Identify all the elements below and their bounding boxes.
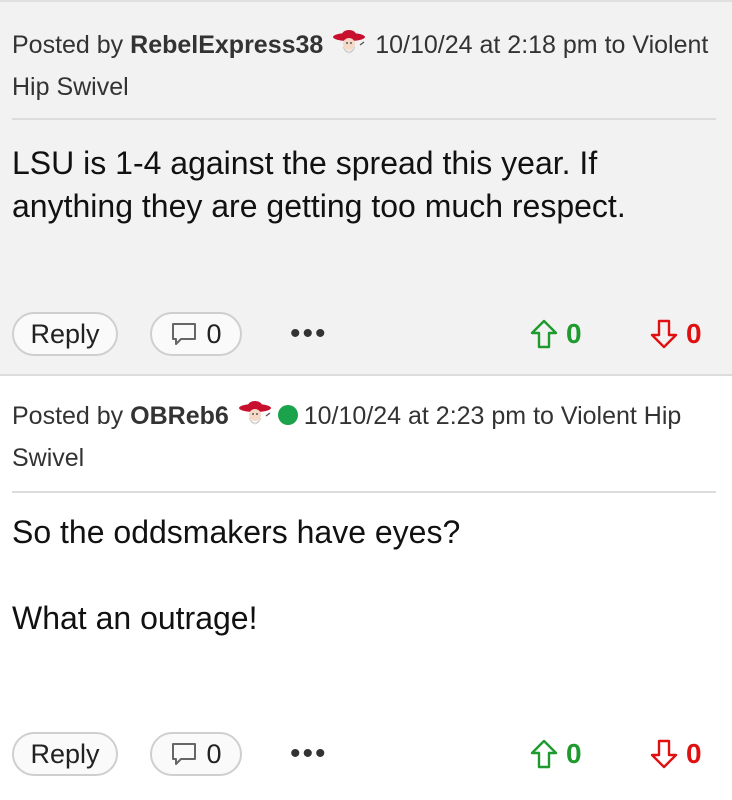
post-actions: Reply 0 ••• 0 0: [0, 312, 732, 360]
comment-count: 0: [206, 318, 222, 349]
upvote-count: 0: [566, 318, 582, 349]
arrow-down-icon: [650, 739, 678, 769]
online-status-icon: [277, 405, 298, 425]
arrow-down-icon: [650, 319, 678, 349]
comment-count: 0: [206, 738, 222, 769]
downvote-count: 0: [686, 318, 702, 349]
username-link[interactable]: RebelExpress38: [130, 31, 323, 59]
arrow-up-icon: [530, 739, 558, 769]
reply-button[interactable]: Reply: [12, 312, 118, 356]
post-actions: Reply 0 ••• 0 0: [0, 732, 732, 780]
username-link[interactable]: OBReb6: [130, 402, 229, 430]
post-body: So the oddsmakers have eyes? What an out…: [12, 511, 716, 640]
comment-bubble-icon: [170, 321, 198, 347]
post: Posted by RebelExpress38 10/10/24 at 2:1…: [0, 0, 732, 376]
upvote-count: 0: [566, 738, 582, 769]
comment-count-button[interactable]: 0: [150, 312, 242, 356]
posted-by-label: Posted by: [12, 402, 124, 430]
more-options-button[interactable]: •••: [290, 734, 328, 774]
arrow-up-icon: [530, 319, 558, 349]
ole-miss-cowboy-icon: [332, 29, 366, 57]
more-options-button[interactable]: •••: [290, 314, 328, 354]
upvote-button[interactable]: 0: [530, 732, 582, 776]
ole-miss-cowboy-icon: [238, 400, 272, 428]
comment-count-button[interactable]: 0: [150, 732, 242, 776]
posted-by-label: Posted by: [12, 31, 124, 59]
divider: [12, 118, 716, 120]
comment-bubble-icon: [170, 741, 198, 767]
post-body-paragraph: So the oddsmakers have eyes?: [12, 514, 461, 550]
post-body: LSU is 1-4 against the spread this year.…: [12, 142, 716, 228]
divider: [12, 491, 716, 493]
post-header: Posted by OBReb6 10/10/24 at 2:23 pm to …: [12, 395, 712, 479]
reply-button[interactable]: Reply: [12, 732, 118, 776]
downvote-button[interactable]: 0: [650, 312, 702, 356]
upvote-button[interactable]: 0: [530, 312, 582, 356]
downvote-count: 0: [686, 738, 702, 769]
downvote-button[interactable]: 0: [650, 732, 702, 776]
post-header: Posted by RebelExpress38 10/10/24 at 2:1…: [12, 24, 712, 108]
post-body-paragraph: What an outrage!: [12, 600, 258, 636]
post-body-paragraph: LSU is 1-4 against the spread this year.…: [12, 145, 626, 224]
post: Posted by OBReb6 10/10/24 at 2:23 pm to …: [0, 376, 732, 800]
